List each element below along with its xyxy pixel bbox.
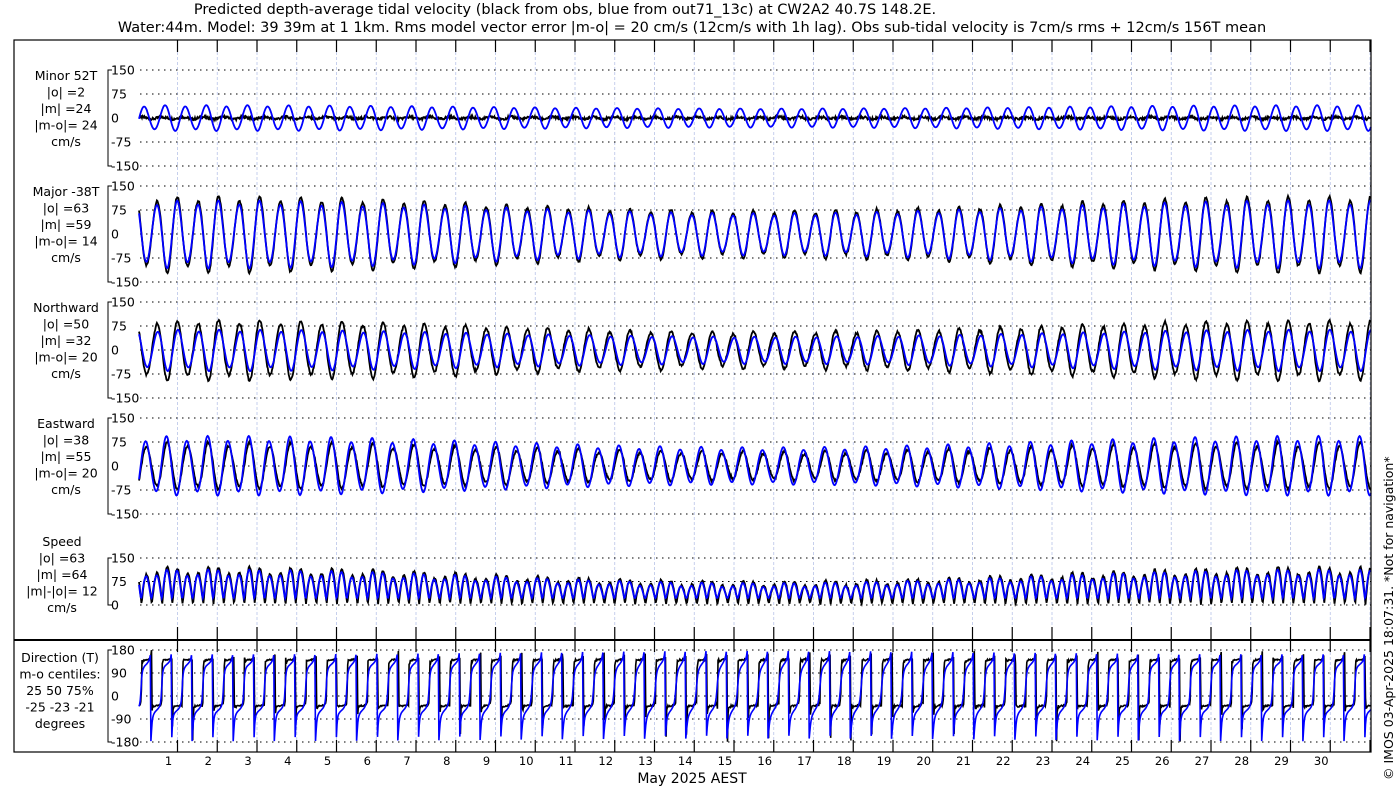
copyright-notice: © IMOS 03-Apr-2025 18:07:31. *Not for na… (1381, 456, 1396, 780)
y-tick-label: 75 (111, 203, 127, 218)
panel-label-line: |m| =32 (41, 333, 92, 348)
panel-label-line: |m-o|= 20 (34, 466, 97, 481)
x-tick-label: 14 (678, 754, 693, 768)
x-tick-label: 29 (1274, 754, 1289, 768)
y-tick-label: 0 (111, 343, 119, 358)
panel-label-line: |o| =38 (43, 433, 89, 448)
y-tick-label: -90 (111, 712, 131, 727)
y-tick-label: 75 (111, 574, 127, 589)
y-tick-label: -150 (111, 159, 139, 174)
panel-label-line: cm/s (47, 600, 77, 615)
panel-label-line: degrees (35, 716, 85, 731)
y-tick-label: -150 (111, 275, 139, 290)
chart-subtitle: Water:44m. Model: 39 39m at 1 1km. Rms m… (118, 20, 1266, 36)
y-tick-label: -75 (111, 135, 131, 150)
y-tick-label: 0 (111, 598, 119, 613)
x-tick-label: 27 (1195, 754, 1210, 768)
x-tick-label: 15 (718, 754, 733, 768)
panel-label-line: |o| =63 (39, 551, 85, 566)
y-tick-label: 90 (111, 666, 127, 681)
y-tick-label: 0 (111, 227, 119, 242)
y-tick-label: 150 (111, 551, 135, 566)
x-tick-label: 10 (519, 754, 534, 768)
panel-label-line: |m| =55 (41, 449, 92, 464)
x-tick-label: 3 (244, 754, 251, 768)
panel-label-line: -25 -23 -21 (25, 700, 94, 715)
tidal-velocity-chart: Predicted depth-average tidal velocity (… (13, 2, 1396, 787)
panel-label-line: |m-o|= 14 (34, 234, 97, 249)
north-model-series-line (138, 328, 1372, 373)
panel-label-line: cm/s (51, 482, 81, 497)
x-tick-label: 11 (559, 754, 574, 768)
x-tick-label: 4 (284, 754, 291, 768)
x-tick-label: 18 (837, 754, 852, 768)
x-tick-label: 24 (1075, 754, 1090, 768)
x-tick-label: 6 (364, 754, 371, 768)
panel-label-line: |m| =59 (41, 217, 92, 232)
y-tick-label: 180 (111, 643, 135, 658)
direction-model-series-line (138, 650, 1372, 742)
x-tick-label: 21 (956, 754, 971, 768)
x-tick-label: 2 (205, 754, 212, 768)
chart-title: Predicted depth-average tidal velocity (… (194, 2, 936, 18)
x-tick-label: 1 (165, 754, 172, 768)
panel-label-line: |o| =2 (47, 85, 85, 100)
north-obs-series-line (138, 317, 1372, 383)
panel-label-line: |m-o|= 24 (34, 118, 97, 133)
panel-label-line: Direction (T) (21, 650, 99, 665)
x-tick-label: 5 (324, 754, 331, 768)
panel-label-line: cm/s (51, 250, 81, 265)
panel-label-line: Eastward (37, 416, 95, 431)
y-tick-label: 150 (111, 63, 135, 78)
panel-label-line: cm/s (51, 366, 81, 381)
x-tick-label: 19 (877, 754, 892, 768)
x-tick-label: 17 (797, 754, 812, 768)
x-tick-label: 25 (1115, 754, 1130, 768)
x-tick-label: 22 (996, 754, 1011, 768)
y-tick-label: -180 (111, 735, 139, 750)
y-tick-label: -75 (111, 483, 131, 498)
x-tick-label: 30 (1314, 754, 1329, 768)
y-tick-label: 75 (111, 319, 127, 334)
y-tick-label: 150 (111, 179, 135, 194)
y-tick-label: -75 (111, 367, 131, 382)
y-tick-label: 150 (111, 411, 135, 426)
panel-label-line: |o| =50 (43, 317, 89, 332)
panel-label-line: cm/s (51, 134, 81, 149)
y-tick-label: 0 (111, 689, 119, 704)
panel-label-line: |m| =64 (37, 567, 88, 582)
panel-label-line: 25 50 75% (26, 683, 94, 698)
y-tick-label: 75 (111, 435, 127, 450)
panel-label-line: |m| =24 (41, 101, 92, 116)
x-tick-label: 13 (638, 754, 653, 768)
x-tick-label: 12 (598, 754, 613, 768)
x-tick-label: 16 (757, 754, 772, 768)
x-tick-label: 28 (1234, 754, 1249, 768)
y-tick-label: 0 (111, 459, 119, 474)
panel-label-line: Speed (42, 534, 81, 549)
x-tick-label: 23 (1036, 754, 1051, 768)
x-tick-label: 8 (443, 754, 450, 768)
panel-label-line: Minor 52T (35, 68, 98, 83)
x-tick-label: 26 (1155, 754, 1170, 768)
panel-label-line: |m-o|= 20 (34, 350, 97, 365)
y-tick-label: 75 (111, 87, 127, 102)
east-model-series-line (138, 434, 1372, 497)
panel-label-line: |o| =63 (43, 201, 89, 216)
y-tick-label: -150 (111, 391, 139, 406)
x-tick-label: 20 (916, 754, 931, 768)
direction-obs-series-line (138, 650, 1372, 742)
panel-label-line: m-o centiles: (19, 667, 100, 682)
y-tick-label: -150 (111, 507, 139, 522)
panel-label-line: |m|-|o|= 12 (26, 584, 98, 599)
panel-label-line: Major -38T (33, 184, 100, 199)
x-tick-label: 7 (403, 754, 410, 768)
x-axis-label: May 2025 AEST (637, 771, 747, 787)
y-tick-label: -75 (111, 251, 131, 266)
x-tick-label: 9 (483, 754, 490, 768)
panel-label-line: Northward (33, 300, 99, 315)
y-tick-label: 150 (111, 295, 135, 310)
y-tick-label: 0 (111, 111, 119, 126)
